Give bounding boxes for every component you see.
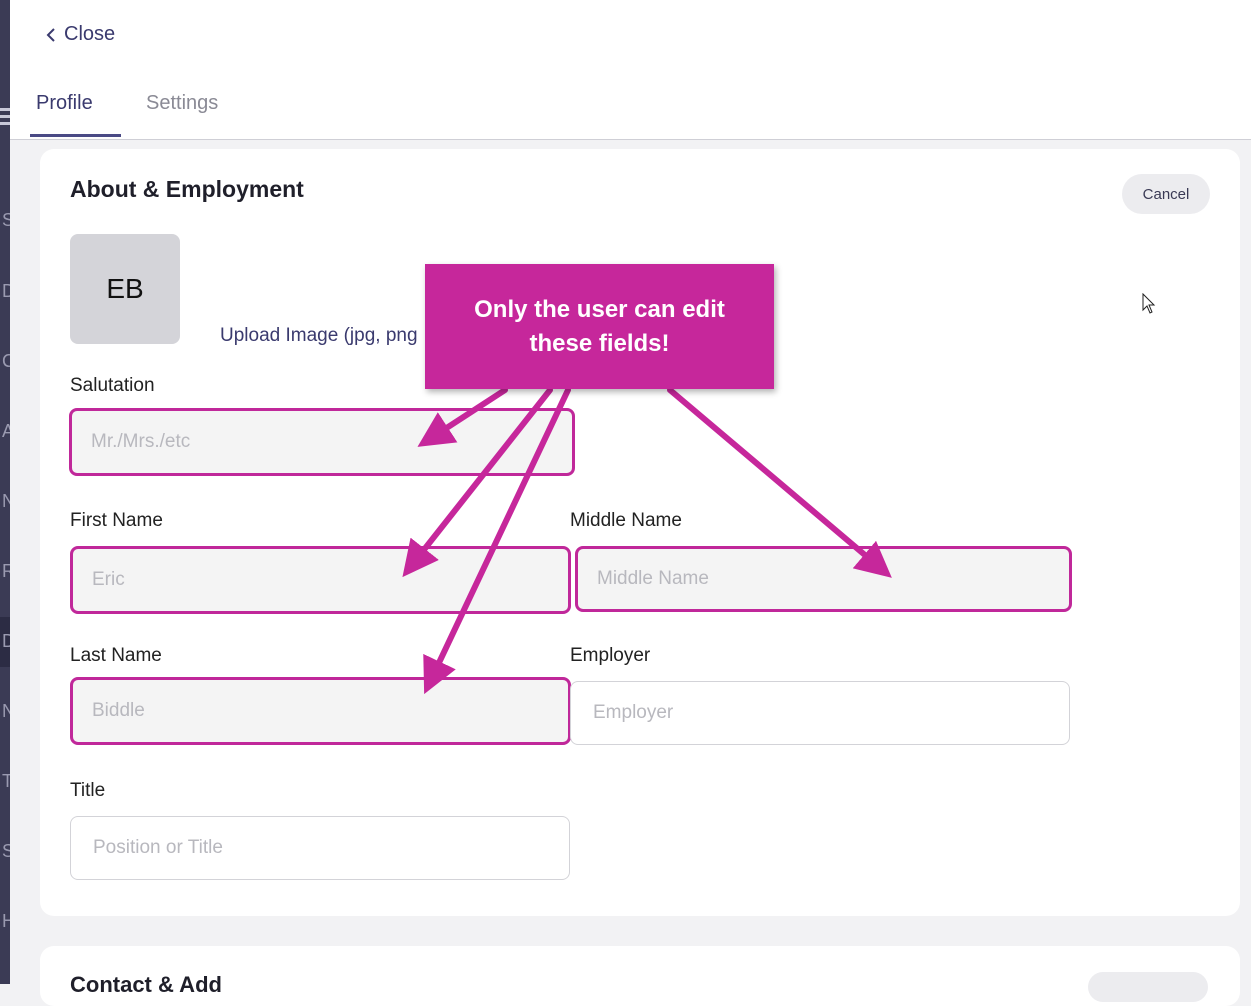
employer-label: Employer: [570, 645, 651, 666]
salutation-field[interactable]: Mr./Mrs./etc: [69, 408, 575, 476]
hamburger-menu-icon[interactable]: [0, 108, 10, 130]
tab-profile[interactable]: Profile: [36, 92, 93, 115]
contact-address-card: Contact & Add: [40, 946, 1240, 1006]
sidebar-letter[interactable]: H: [2, 911, 10, 932]
avatar[interactable]: EB: [70, 234, 180, 344]
annotation-callout: Only the user can edit these fields!: [425, 264, 774, 389]
mouse-cursor-icon: [1142, 293, 1156, 314]
sidebar-letter[interactable]: T: [2, 771, 10, 792]
last-name-field[interactable]: Biddle: [70, 677, 571, 745]
section-title: About & Employment: [70, 176, 304, 202]
middle-name-field[interactable]: Middle Name: [575, 546, 1072, 612]
sidebar-letter[interactable]: S: [2, 210, 10, 231]
sidebar-letter[interactable]: N: [2, 491, 10, 512]
sidebar-letter[interactable]: D: [2, 631, 10, 652]
sidebar-letter[interactable]: C: [2, 351, 10, 372]
employer-field[interactable]: Employer: [570, 681, 1070, 745]
next-section-edit-button[interactable]: [1088, 972, 1208, 1002]
last-name-label: Last Name: [70, 645, 162, 666]
tab-settings[interactable]: Settings: [146, 92, 218, 115]
sidebar-letter[interactable]: A: [2, 421, 10, 442]
next-section-title: Contact & Add: [70, 972, 222, 997]
sidebar-letter[interactable]: D: [2, 281, 10, 302]
panel-header: Close Profile Settings: [10, 0, 1251, 140]
middle-name-label: Middle Name: [570, 510, 682, 531]
salutation-label: Salutation: [70, 375, 155, 396]
upload-image-link[interactable]: Upload Image (jpg, png: [220, 325, 418, 347]
close-label: Close: [64, 23, 116, 45]
sidebar-letter[interactable]: R: [2, 561, 10, 582]
cancel-button[interactable]: Cancel: [1122, 174, 1210, 214]
active-tab-indicator: [30, 134, 121, 137]
close-button[interactable]: Close: [46, 23, 115, 46]
background-sidebar: S D C A N R D N T S H: [0, 0, 10, 984]
sidebar-letter[interactable]: S: [2, 841, 10, 862]
sidebar-letter[interactable]: N: [2, 701, 10, 722]
title-field[interactable]: Position or Title: [70, 816, 570, 880]
title-label: Title: [70, 780, 106, 801]
first-name-label: First Name: [70, 510, 163, 531]
profile-panel: Close Profile Settings About & Employmen…: [10, 0, 1251, 1006]
chevron-left-icon: [46, 27, 55, 42]
first-name-field[interactable]: Eric: [70, 546, 571, 614]
